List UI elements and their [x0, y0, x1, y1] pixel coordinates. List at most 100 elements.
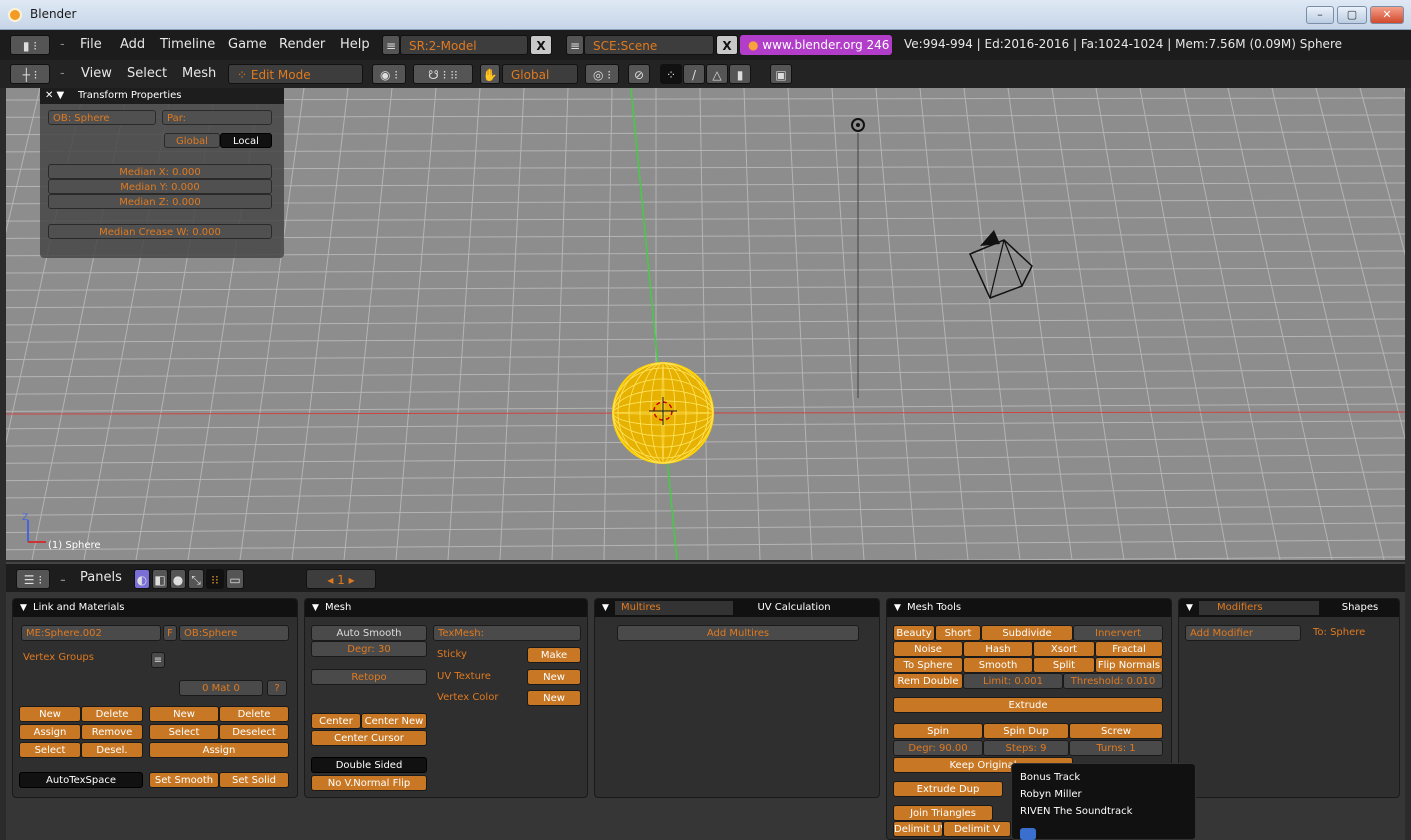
vertex-select-icon[interactable]: ⁘: [660, 64, 682, 84]
steps-field[interactable]: Steps: 9: [983, 740, 1069, 756]
split-button[interactable]: Split: [1033, 657, 1095, 673]
global-toggle[interactable]: Global: [164, 133, 220, 148]
texmesh-field[interactable]: TexMesh:: [433, 625, 581, 641]
maximize-button[interactable]: ▢: [1337, 6, 1367, 24]
fake-user-toggle[interactable]: F: [163, 625, 177, 641]
menu-view[interactable]: View: [81, 66, 112, 81]
edge-select-icon[interactable]: /: [683, 64, 705, 84]
vertex-color-new-button[interactable]: New: [527, 690, 581, 706]
collapse-triangle-icon[interactable]: ▼: [312, 599, 319, 617]
uv-texture-new-button[interactable]: New: [527, 669, 581, 685]
limit-field[interactable]: Limit: 0.001: [963, 673, 1063, 689]
material-select-button[interactable]: Select: [149, 724, 219, 740]
menu-help[interactable]: Help: [340, 37, 370, 52]
window-type-icon[interactable]: ▮ ⁝: [10, 35, 50, 55]
turns-field[interactable]: Turns: 1: [1069, 740, 1163, 756]
vgroup-deselect-button[interactable]: Desel.: [81, 742, 143, 758]
layer-buttons[interactable]: ☋ ⁝ ⁝⁝: [413, 64, 473, 84]
material-deselect-button[interactable]: Deselect: [219, 724, 289, 740]
auto-smooth-toggle[interactable]: Auto Smooth: [311, 625, 427, 641]
delete-scene-button[interactable]: X: [716, 35, 738, 55]
vgroup-select-button[interactable]: Select: [19, 742, 81, 758]
set-solid-button[interactable]: Set Solid: [219, 772, 289, 788]
center-new-button[interactable]: Center New: [361, 713, 427, 729]
collapse-icon[interactable]: -: [60, 66, 65, 81]
menu-file[interactable]: File: [80, 37, 102, 52]
menu-timeline[interactable]: Timeline: [160, 37, 215, 52]
shading-icon[interactable]: ●: [170, 569, 186, 589]
center-button[interactable]: Center: [311, 713, 361, 729]
retopo-toggle[interactable]: Retopo: [311, 669, 427, 685]
menu-select[interactable]: Select: [127, 66, 167, 81]
panel-header[interactable]: ▼ Mesh: [305, 599, 587, 617]
material-assign-button[interactable]: Assign: [149, 742, 289, 758]
screen-dropdown-icon[interactable]: ≡: [382, 35, 400, 55]
smooth-button[interactable]: Smooth: [963, 657, 1033, 673]
autotexspace-toggle[interactable]: AutoTexSpace: [19, 772, 143, 788]
local-toggle[interactable]: Local: [220, 133, 272, 148]
fractal-button[interactable]: Fractal: [1095, 641, 1163, 657]
orientation-selector[interactable]: Global: [502, 64, 578, 84]
face-select-icon[interactable]: △: [706, 64, 728, 84]
tab-uv-calculation[interactable]: UV Calculation: [735, 601, 853, 615]
panel-header[interactable]: ▼ Multires UV Calculation: [595, 599, 879, 617]
proportional-icon[interactable]: ⊘: [628, 64, 650, 84]
editing-icon[interactable]: ⁝⁝: [206, 569, 224, 589]
scene-selector[interactable]: SCE:Scene: [584, 35, 714, 55]
vgroup-new-button[interactable]: New: [19, 706, 81, 722]
material-help-button[interactable]: ?: [267, 680, 287, 696]
spin-degr-field[interactable]: Degr: 90.00: [893, 740, 983, 756]
script-icon[interactable]: ◧: [152, 569, 168, 589]
draw-type-button[interactable]: ◉ ⁝: [372, 64, 406, 84]
menu-render[interactable]: Render: [279, 37, 325, 52]
noise-button[interactable]: Noise: [893, 641, 963, 657]
object-icon[interactable]: ⤡: [188, 569, 204, 589]
close-icon[interactable]: ✕ ▼: [45, 88, 64, 104]
tab-modifiers[interactable]: Modifiers: [1199, 601, 1319, 615]
tooltip-play-icon[interactable]: [1020, 828, 1036, 840]
panel-header[interactable]: ▼ Link and Materials: [13, 599, 297, 617]
set-smooth-button[interactable]: Set Smooth: [149, 772, 219, 788]
spin-button[interactable]: Spin: [893, 723, 983, 739]
join-triangles-button[interactable]: Join Triangles: [893, 805, 993, 821]
delimit-uvs-toggle[interactable]: Delimit UVs: [893, 821, 943, 837]
menu-add[interactable]: Add: [120, 37, 145, 52]
median-x-field[interactable]: Median X: 0.000: [48, 164, 272, 179]
short-toggle[interactable]: Short: [935, 625, 981, 641]
scene-icon[interactable]: ▭: [226, 569, 244, 589]
pivot-button[interactable]: ◎ ⁝: [585, 64, 619, 84]
hand-icon[interactable]: ✋: [480, 64, 500, 84]
close-button[interactable]: ✕: [1370, 6, 1404, 24]
minimize-button[interactable]: –: [1306, 6, 1334, 24]
rem-double-button[interactable]: Rem Double: [893, 673, 963, 689]
render-icon[interactable]: ▣: [770, 64, 792, 84]
double-sided-toggle[interactable]: Double Sided: [311, 757, 427, 773]
innervert-dropdown[interactable]: Innervert: [1073, 625, 1163, 641]
collapse-triangle-icon[interactable]: ▼: [602, 599, 609, 617]
subdivide-button[interactable]: Subdivide: [981, 625, 1073, 641]
tab-multires[interactable]: Multires: [615, 601, 733, 615]
frame-field[interactable]: ◂ 1 ▸: [306, 569, 376, 589]
threshold-field[interactable]: Threshold: 0.010: [1063, 673, 1163, 689]
collapse-icon[interactable]: -: [60, 37, 65, 52]
occlude-icon[interactable]: ▮: [729, 64, 751, 84]
median-y-field[interactable]: Median Y: 0.000: [48, 179, 272, 194]
median-z-field[interactable]: Median Z: 0.000: [48, 194, 272, 209]
delimit-vcol-toggle[interactable]: Delimit V: [943, 821, 1011, 837]
logic-icon[interactable]: ◐: [134, 569, 150, 589]
collapse-triangle-icon[interactable]: ▼: [1186, 599, 1193, 617]
vgroup-remove-button[interactable]: Remove: [81, 724, 143, 740]
extrude-dup-button[interactable]: Extrude Dup: [893, 781, 1003, 797]
material-index-field[interactable]: 0 Mat 0: [179, 680, 263, 696]
object-name-field[interactable]: OB: Sphere: [48, 110, 156, 125]
panel-header[interactable]: ▼ Modifiers Shapes: [1179, 599, 1399, 617]
add-modifier-button[interactable]: Add Modifier: [1185, 625, 1301, 641]
screw-button[interactable]: Screw: [1069, 723, 1163, 739]
collapse-triangle-icon[interactable]: ▼: [894, 599, 901, 617]
arrow-right-icon[interactable]: ▸: [345, 573, 355, 587]
vertex-group-dropdown[interactable]: ≡: [151, 652, 165, 668]
material-delete-button[interactable]: Delete: [219, 706, 289, 722]
to-sphere-button[interactable]: To Sphere: [893, 657, 963, 673]
material-new-button[interactable]: New: [149, 706, 219, 722]
vgroup-assign-button[interactable]: Assign: [19, 724, 81, 740]
